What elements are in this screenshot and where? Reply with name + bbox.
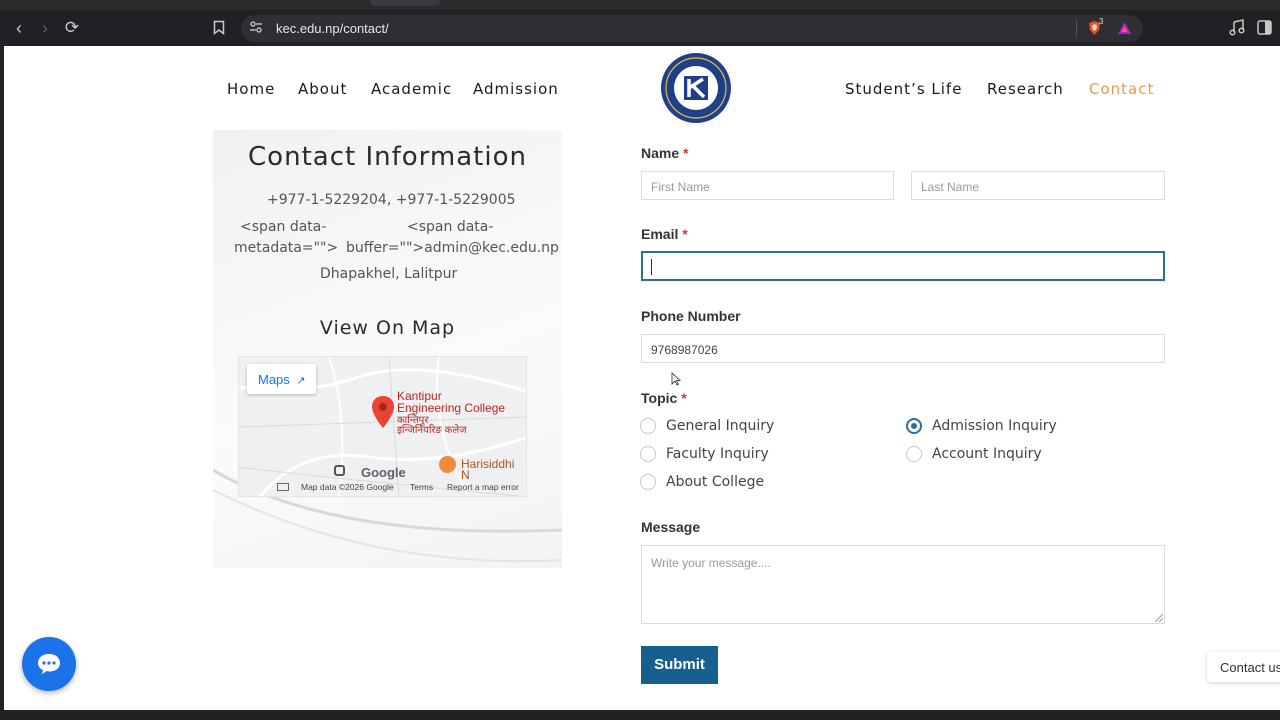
general-inquiry-label[interactable]: General Inquiry	[666, 418, 774, 434]
required-mark: *	[681, 390, 687, 406]
map-data-credit: Map data ©2026 Google	[301, 482, 394, 492]
topic-label: Topic *	[641, 390, 687, 406]
nav-academic[interactable]: Academic	[371, 80, 452, 98]
phone-input[interactable]: 9768987026	[641, 334, 1165, 363]
first-name-input[interactable]: First Name	[641, 171, 894, 200]
nav-students-life[interactable]: Student’s Life	[845, 80, 962, 98]
contact-email-raw-left-2: metadata="">	[234, 240, 339, 256]
name-label-text: Name	[641, 145, 680, 161]
resize-handle-icon[interactable]	[1155, 614, 1163, 622]
submit-button[interactable]: Submit	[641, 646, 718, 684]
last-name-input[interactable]: Last Name	[911, 171, 1165, 200]
nav-admission[interactable]: Admission	[473, 80, 559, 98]
radio-admission-inquiry[interactable]	[906, 418, 922, 434]
map-pin-icon[interactable]	[371, 395, 395, 429]
browser-toolbar: ‹ › ⟳ kec.edu.np/contact/ 3	[0, 0, 1280, 46]
admission-inquiry-label[interactable]: Admission Inquiry	[932, 418, 1057, 434]
web-page: Home About Academic Admission Student’s …	[4, 46, 1280, 710]
required-mark: *	[683, 145, 689, 161]
maps-button-label: Maps	[258, 372, 290, 387]
view-on-map-title: View On Map	[319, 317, 456, 339]
faculty-inquiry-label[interactable]: Faculty Inquiry	[666, 446, 769, 462]
brave-badge: 3	[1099, 17, 1104, 26]
external-link-icon: ↗	[296, 375, 306, 387]
url-text[interactable]: kec.edu.np/contact/	[276, 21, 389, 36]
mouse-cursor-icon	[671, 372, 681, 386]
message-textarea[interactable]: Write your message....	[641, 545, 1165, 624]
email-input[interactable]	[641, 251, 1165, 281]
contact-us-tab[interactable]: Contact us	[1207, 652, 1280, 682]
contact-email-raw-right-1: <span data-	[407, 219, 494, 235]
reload-icon[interactable]: ⟳	[61, 17, 83, 39]
required-mark: *	[682, 226, 688, 242]
map-terms-link[interactable]: Terms	[410, 482, 433, 492]
college-logo[interactable]	[660, 52, 732, 124]
embedded-map[interactable]: Maps ↗ Kantipur Engineering College कान्…	[238, 356, 527, 497]
forward-icon[interactable]: ›	[34, 17, 56, 39]
radio-about-college[interactable]	[640, 474, 656, 490]
contact-info-card: Contact Information +977-1-5229204, +977…	[213, 130, 562, 568]
open-in-maps-button[interactable]: Maps ↗	[247, 364, 316, 394]
active-tab[interactable]	[370, 0, 440, 6]
keyboard-icon[interactable]	[277, 483, 289, 491]
phone-label: Phone Number	[641, 308, 741, 324]
map-report-link[interactable]: Report a map error	[447, 482, 519, 492]
tab-strip	[0, 0, 1280, 10]
nav-about[interactable]: About	[298, 80, 347, 98]
contact-info-title: Contact Information	[248, 142, 527, 172]
map-attribution: Map data ©2026 Google Terms Report a map…	[239, 478, 526, 496]
bookmark-icon[interactable]	[213, 20, 225, 35]
nav-home[interactable]: Home	[227, 80, 275, 98]
restaurant-poi-icon[interactable]	[439, 456, 456, 473]
radio-faculty-inquiry[interactable]	[640, 446, 656, 462]
street-view-icon[interactable]	[334, 465, 345, 476]
radio-account-inquiry[interactable]	[906, 446, 922, 462]
email-label-text: Email	[641, 226, 679, 242]
nav-research[interactable]: Research	[987, 80, 1064, 98]
message-label: Message	[641, 519, 701, 535]
name-label: Name *	[641, 145, 688, 161]
contact-email-raw-left-1: <span data-	[240, 219, 327, 235]
map-place-name-np-2: इन्जिनियरिङ कलेज	[397, 425, 467, 436]
bottom-bar	[0, 710, 1280, 720]
back-icon[interactable]: ‹	[8, 17, 30, 39]
contact-phone: +977-1-5229204, +977-1-5229005	[267, 192, 516, 208]
chat-bubble-icon	[38, 654, 60, 674]
radio-general-inquiry[interactable]	[640, 418, 656, 434]
topic-label-text: Topic	[641, 390, 678, 406]
chat-widget-button[interactable]	[22, 637, 76, 691]
rewards-icon[interactable]	[1117, 21, 1132, 35]
email-label: Email *	[641, 226, 688, 242]
sidebar-icon[interactable]	[1257, 20, 1272, 35]
about-college-label[interactable]: About College	[666, 474, 764, 490]
site-settings-icon[interactable]	[249, 20, 263, 34]
nav-contact[interactable]: Contact	[1089, 80, 1154, 98]
map-place-name-2: Engineering College	[397, 401, 506, 415]
account-inquiry-label[interactable]: Account Inquiry	[932, 446, 1042, 462]
media-icon[interactable]	[1229, 19, 1245, 36]
contact-address: Dhapakhel, Lalitpur	[320, 266, 458, 282]
text-caret	[651, 259, 652, 275]
address-divider	[1076, 20, 1077, 37]
contact-email[interactable]: buffer="">admin@kec.edu.np	[346, 240, 559, 256]
